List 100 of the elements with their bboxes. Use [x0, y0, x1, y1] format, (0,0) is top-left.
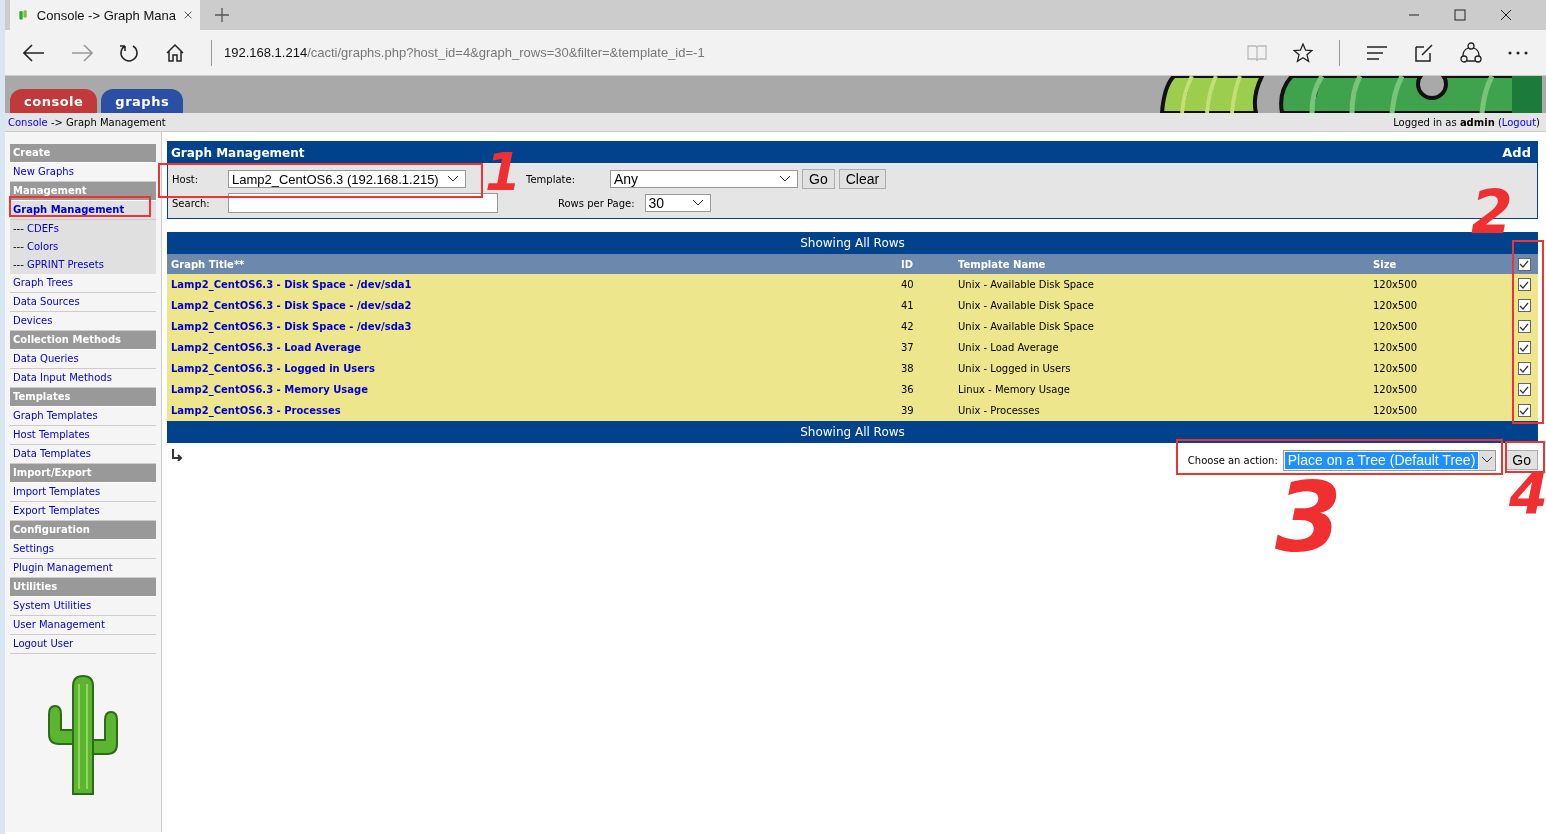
star-icon[interactable] [1293, 42, 1313, 63]
row-checkbox[interactable] [1517, 320, 1531, 333]
caret-icon [779, 175, 791, 183]
menu-item[interactable]: System Utilities [10, 597, 156, 616]
highlight-box [1505, 441, 1545, 473]
host-dropdown[interactable]: Lamp2_CentOS6.3 (192.168.1.215) [228, 170, 466, 188]
menu-item[interactable]: User Management [10, 616, 156, 635]
go-button[interactable]: Go [802, 169, 835, 189]
table-cell-text: 38 [901, 363, 915, 374]
graph-title-link[interactable]: Lamp2_CentOS6.3 - Processes [171, 405, 901, 416]
header-tab[interactable]: graphs [101, 89, 184, 113]
table-cell-text: 41 [901, 300, 915, 311]
breadcrumb-link[interactable]: Console [8, 116, 48, 128]
table-banner: Showing All Rows [167, 232, 1538, 254]
back-icon[interactable] [23, 43, 45, 62]
graph-title-link[interactable]: Lamp2_CentOS6.3 - Disk Space - /dev/sda3 [171, 321, 901, 332]
hub-icon[interactable] [1366, 45, 1388, 60]
table-cell-text: Unix - Load Average [958, 342, 1060, 353]
table-banner: Showing All Rows [167, 421, 1538, 443]
graph-title-link[interactable]: Lamp2_CentOS6.3 - Disk Space - /dev/sda2 [171, 300, 901, 311]
table-cell-text: 39 [901, 405, 915, 416]
row-checkbox[interactable] [1517, 383, 1531, 396]
caret-icon [691, 199, 704, 207]
search-field[interactable] [228, 193, 498, 213]
column-header[interactable]: Graph Title** [171, 258, 901, 270]
action-go-button[interactable]: Go [1505, 450, 1538, 470]
close-icon[interactable] [1500, 9, 1512, 21]
table-cell-text: Unix - Logged in Users [958, 363, 1072, 374]
clear-button[interactable]: Clear [838, 169, 887, 189]
share-icon[interactable] [1460, 41, 1482, 64]
graph-title-link[interactable]: Lamp2_CentOS6.3 - Disk Space - /dev/sda1 [171, 279, 901, 290]
template-dropdown[interactable]: Any [610, 170, 798, 188]
host-label: Host: [172, 173, 200, 185]
table-cell-text: Unix - Available Disk Space [958, 300, 1095, 311]
home-icon[interactable] [165, 42, 185, 63]
close-icon[interactable] [183, 9, 192, 21]
browser-tab[interactable]: Console -> Graph Mana [10, 0, 200, 30]
table-cell-text: 120x500 [1373, 405, 1419, 416]
table-cell-text: 120x500 [1373, 363, 1419, 374]
menu-item[interactable]: Data Sources [10, 293, 156, 312]
menu-item[interactable]: Settings [10, 540, 156, 559]
breadcrumb: Console -> Graph Management [8, 116, 166, 128]
table-cell-text: 120x500 [1373, 384, 1419, 395]
pen-icon[interactable] [1414, 42, 1434, 63]
refresh-icon[interactable] [119, 42, 139, 63]
menu-item[interactable]: --- CDEFs [10, 220, 156, 238]
menu-item[interactable]: --- GPRINT Presets [10, 256, 156, 274]
header-tab[interactable]: console [10, 89, 98, 113]
table-cell-text: 40 [901, 279, 915, 290]
menu-item[interactable]: Data Queries [10, 350, 156, 369]
column-header[interactable]: Template Name [958, 258, 1373, 270]
cactus-favicon-icon [18, 7, 29, 23]
rows-per-page-label: Rows per Page: [558, 197, 635, 209]
menu-section-header: Import/Export [10, 464, 156, 483]
menu-section-header: Create [10, 144, 156, 163]
action-label: Choose an action: [1187, 454, 1278, 466]
table-cell-text: 120x500 [1373, 279, 1419, 290]
select-arrow-icon [171, 449, 183, 461]
menu-section-header: Templates [10, 388, 156, 407]
menu-item[interactable]: Import Templates [10, 483, 156, 502]
rows-per-page-dropdown[interactable]: 30 [644, 194, 711, 212]
select-all-checkbox[interactable] [1517, 257, 1531, 271]
column-header[interactable]: Size [1373, 258, 1503, 270]
caret-icon [447, 175, 459, 183]
more-icon[interactable] [1508, 50, 1528, 55]
menu-item[interactable]: Host Templates [10, 426, 156, 445]
menu-item[interactable]: --- Colors [10, 238, 156, 256]
table-cell-text: Linux - Memory Usage [958, 384, 1071, 395]
menu-item[interactable]: Logout User [10, 635, 156, 654]
row-checkbox[interactable] [1517, 299, 1531, 312]
table-cell-text: 120x500 [1373, 300, 1419, 311]
table-cell-text: 42 [901, 321, 915, 332]
table-cell-text: 36 [901, 384, 915, 395]
table-cell-text: 37 [901, 342, 915, 353]
menu-item[interactable]: Graph Templates [10, 407, 156, 426]
login-status: Logged in as admin (Logout) [1393, 116, 1540, 128]
new-tab-icon[interactable] [215, 8, 229, 22]
template-label: Template: [526, 173, 576, 185]
forward-icon[interactable] [71, 43, 93, 62]
row-checkbox[interactable] [1517, 404, 1531, 417]
add-link[interactable]: Add [1502, 145, 1531, 160]
table-cell-text: 120x500 [1373, 321, 1419, 332]
table-cell-text: Unix - Available Disk Space [958, 321, 1095, 332]
row-checkbox[interactable] [1517, 278, 1531, 291]
caret-icon [1481, 456, 1494, 464]
annotation-number: 3 [1275, 470, 1342, 566]
graph-title-link[interactable]: Lamp2_CentOS6.3 - Load Average [171, 342, 901, 353]
menu-item[interactable]: Graph Trees [10, 274, 156, 293]
column-header[interactable]: ID [901, 258, 958, 270]
table-cell-text: 120x500 [1373, 342, 1419, 353]
tab-title: Console -> Graph Mana [36, 7, 176, 23]
maximize-icon[interactable] [1454, 9, 1466, 21]
graph-title-link[interactable]: Lamp2_CentOS6.3 - Logged in Users [171, 363, 901, 374]
row-checkbox[interactable] [1517, 341, 1531, 354]
graph-title-link[interactable]: Lamp2_CentOS6.3 - Memory Usage [171, 384, 901, 395]
row-checkbox[interactable] [1517, 362, 1531, 375]
menu-section-header: Collection Methods [10, 331, 156, 350]
panel-title: Graph Management [171, 145, 305, 160]
menu-section-header: Utilities [10, 578, 156, 597]
menu-section-header: Configuration [10, 521, 156, 540]
